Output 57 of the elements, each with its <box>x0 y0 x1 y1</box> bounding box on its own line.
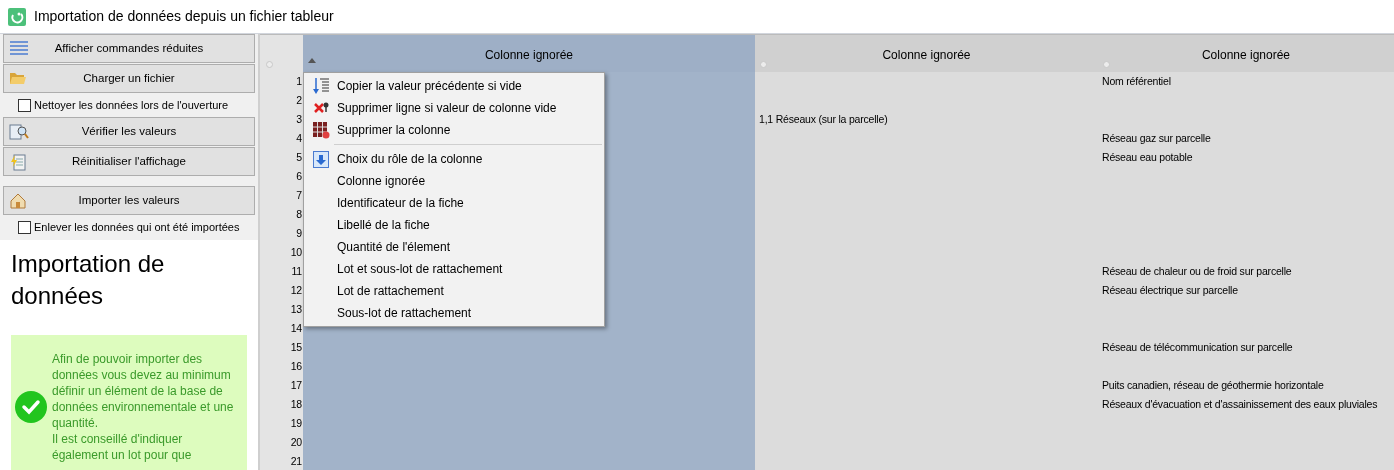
row-number: 9 <box>296 225 302 241</box>
list-icon <box>9 40 29 56</box>
info-message: Afin de pouvoir importer des données vous devez au minimum définir un élément de la base de données environnementale et une quantité. Il est conseillé d'indiquer également un lot pour que <box>52 351 235 463</box>
checkbox-label: Nettoyer les données lors de l'ouverture <box>34 97 229 113</box>
table-icon <box>311 121 330 139</box>
fill-down-icon <box>311 77 330 95</box>
row-number: 8 <box>296 206 302 222</box>
help-title: Importation de données <box>11 249 166 311</box>
row-number: 12 <box>290 282 302 298</box>
menu-item[interactable]: Choix du rôle de la colonne <box>304 148 604 170</box>
row-number: 10 <box>290 244 302 260</box>
row-number: 4 <box>296 130 302 146</box>
menu-item[interactable]: Supprimer la colonne <box>304 119 604 141</box>
row-number: 20 <box>290 434 302 450</box>
menu-item[interactable]: Libellé de la fiche <box>304 214 604 236</box>
row-number: 2 <box>296 92 302 108</box>
checkbox[interactable] <box>18 220 31 234</box>
column-header[interactable]: Colonne ignorée <box>303 35 755 72</box>
menu-item[interactable]: Lot de rattachement <box>304 280 604 302</box>
sort-triangle-icon <box>308 58 316 63</box>
row-number: 1 <box>296 73 302 89</box>
row-number: 5 <box>296 149 302 165</box>
folder-icon <box>9 70 27 86</box>
row-number: 3 <box>296 111 302 127</box>
row-number: 6 <box>296 168 302 184</box>
row-number: 14 <box>290 320 302 336</box>
row-number: 17 <box>290 377 302 393</box>
sidebar-button[interactable]: Vérifier les valeurs <box>3 117 255 146</box>
sidebar-button[interactable]: Afficher commandes réduites <box>3 34 255 63</box>
menu-item[interactable]: Sous-lot de rattachement <box>304 302 604 324</box>
row-number: 11 <box>291 263 302 279</box>
sidebar-button[interactable]: Charger un fichier <box>3 64 255 93</box>
row-number: 21 <box>290 453 302 469</box>
row-number: 15 <box>290 339 302 355</box>
menu-item[interactable]: Quantité de l'élement <box>304 236 604 258</box>
menu-item[interactable]: Supprimer ligne si valeur de colonne vide <box>304 97 604 119</box>
row-number: 19 <box>290 415 302 431</box>
check-icon <box>15 391 47 423</box>
menu-item[interactable]: Lot et sous-lot de rattachement <box>304 258 604 280</box>
house-icon <box>9 192 27 210</box>
column-header[interactable]: Colonne ignorée <box>755 35 1098 72</box>
column-header[interactable]: Colonne ignorée <box>1098 35 1394 72</box>
menu-item[interactable]: Identificateur de la fiche <box>304 192 604 214</box>
magnifier-icon <box>9 123 29 141</box>
window-title: Importation de données depuis un fichier tableur <box>34 7 334 26</box>
row-number: 18 <box>290 396 302 412</box>
checkbox[interactable] <box>18 98 31 112</box>
checkbox-label: Enlever les données qui ont été importées <box>34 219 240 235</box>
sidebar-button[interactable]: Importer les valeurs <box>3 186 255 215</box>
menu-item[interactable]: Copier la valeur précédente si vide <box>304 75 604 97</box>
document-icon <box>9 153 27 171</box>
app-logo-icon <box>8 7 26 26</box>
row-number: 16 <box>290 358 302 374</box>
row-number: 13 <box>290 301 302 317</box>
menu-item[interactable]: Colonne ignorée <box>304 170 604 192</box>
row-number: 7 <box>296 187 302 203</box>
sidebar-button[interactable]: Réinitialiser l'affichage <box>3 147 255 176</box>
